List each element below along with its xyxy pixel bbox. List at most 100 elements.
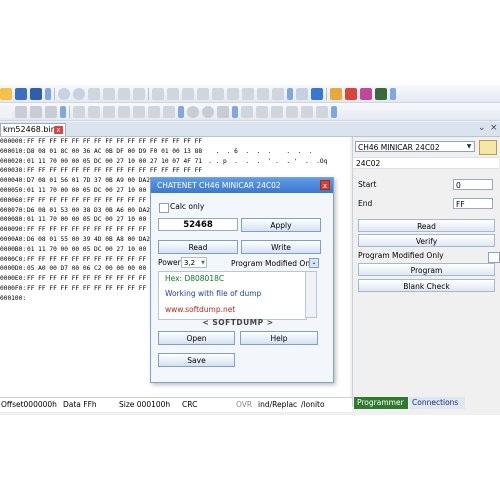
tab-programmer[interactable]: Programmer (354, 397, 408, 409)
hex-bytes[interactable]: FF FF FF FF FF FF FF FF FF FF FF F (27, 285, 154, 292)
program-modified-only-checkbox[interactable] (488, 252, 500, 263)
pencil-icon[interactable] (45, 105, 57, 118)
paste-icon[interactable] (118, 87, 130, 100)
delete-icon[interactable] (133, 87, 145, 100)
dialog-close-button[interactable]: x (320, 180, 330, 190)
folder-open-icon[interactable] (479, 140, 497, 155)
chevron-down-icon[interactable]: ▼ (464, 142, 474, 151)
help-button[interactable]: Help (240, 331, 318, 345)
last-icon[interactable] (118, 105, 130, 118)
hex-bytes[interactable]: D6 08 01 53 00 38 D3 0B A6 00 DA2 (27, 207, 150, 214)
dropdown-arrow-icon[interactable] (287, 87, 293, 100)
page-icon[interactable] (241, 105, 253, 118)
page-icon[interactable] (301, 105, 313, 118)
write-button[interactable]: Write (241, 240, 321, 254)
hex-bytes[interactable]: FF FF FF FF FF FF FF FF FF FF FF F (27, 275, 154, 282)
calc-icon[interactable] (257, 87, 269, 100)
hex-bytes[interactable]: FF FF FF FF FF FF FF FF FF FF FF F (27, 197, 154, 204)
copy-icon[interactable] (103, 87, 115, 100)
hex-bytes[interactable]: D8 08 01 8C 00 36 AC 0B DF 00 D9 F0 01 0… (27, 148, 202, 155)
hex-bytes[interactable]: FF FF FF FF FF FF FF FF FF FF FF FF FF F… (27, 138, 202, 145)
dropdown-arrow-icon[interactable] (178, 105, 184, 118)
cut-icon[interactable] (88, 87, 100, 100)
dropdown-arrow-icon[interactable] (331, 105, 337, 118)
hex-bytes[interactable]: 01 11 70 00 00 05 DC 00 27 10 00 2 (27, 216, 154, 223)
device-select[interactable]: CH46 MINICAR 24C02 ▼ (355, 141, 475, 152)
chevron-down-icon[interactable]: ⌄ (478, 123, 486, 133)
hex-bytes[interactable]: 01 11 70 00 00 05 DC 00 27 10 00 2 (27, 246, 154, 253)
hex-bytes[interactable]: 01 11 70 00 00 05 DC 00 27 10 00 27 10 0… (27, 158, 202, 165)
hex-bytes[interactable]: FF FF FF FF FF FF FF FF FF FF FF F (27, 256, 154, 263)
file-tab[interactable]: km52468.bin x (0, 123, 66, 136)
save-as-icon[interactable] (30, 87, 42, 100)
open-button[interactable]: Open (158, 331, 235, 345)
start-input[interactable]: 0 (453, 179, 493, 190)
dialog-icon[interactable] (311, 87, 323, 100)
hex-row[interactable]: 000010:D8 08 01 8C 00 36 AC 0B DF 00 D9 … (0, 147, 350, 157)
tools-icon[interactable] (360, 87, 372, 100)
replace-icon[interactable] (167, 87, 179, 100)
close-tab-icon[interactable]: x (54, 126, 63, 134)
bug-icon[interactable] (345, 87, 357, 100)
macro-icon[interactable] (217, 105, 229, 118)
save-icon[interactable] (15, 87, 27, 100)
program-button[interactable]: Program (358, 263, 495, 276)
hex-row[interactable]: 000020:01 11 70 00 00 05 DC 00 27 10 00 … (0, 157, 350, 167)
programmer-icon[interactable] (330, 87, 342, 100)
hex-row[interactable]: 000030:FF FF FF FF FF FF FF FF FF FF FF … (0, 166, 350, 176)
window-icon[interactable] (296, 87, 308, 100)
hex-bytes[interactable]: FF FF FF FF FF FF FF FF FF FF FF FF FF F… (27, 167, 202, 174)
right-icon[interactable] (148, 105, 160, 118)
program-modified-toggle[interactable]: ⌄ (309, 258, 319, 268)
hex-bytes[interactable]: D6 08 01 55 00 39 4D 0B A8 00 DA2 (27, 236, 150, 243)
next-icon[interactable] (103, 105, 115, 118)
page-icon[interactable] (256, 105, 268, 118)
chevron-down-icon[interactable]: ▼ (201, 258, 205, 269)
hex-bytes[interactable]: FF FF FF FF FF FF FF FF FF FF FF F (27, 226, 154, 233)
goto-icon[interactable] (182, 87, 194, 100)
left-icon[interactable] (133, 105, 145, 118)
power-select[interactable]: 3,2 ▼ (181, 257, 207, 268)
hash-icon[interactable] (272, 87, 284, 100)
undo-icon[interactable] (58, 87, 70, 100)
stop-icon[interactable] (202, 105, 214, 118)
verify-button[interactable]: Verify (358, 234, 495, 247)
checksum-icon[interactable] (242, 87, 254, 100)
hex-ascii[interactable]: . . p . . . ' . . ' . .Oq (208, 158, 327, 165)
pin-input[interactable]: 52468 (158, 218, 238, 231)
hex-bytes[interactable]: D7 08 01 56 01 7D 37 0B A9 00 DA2 (27, 177, 150, 184)
dropdown-arrow-icon[interactable] (45, 87, 51, 100)
blank-icon[interactable] (0, 105, 12, 118)
redo-icon[interactable] (73, 87, 85, 100)
blank-check-button[interactable]: Blank Check (358, 279, 495, 292)
up-icon[interactable] (163, 105, 175, 118)
network-icon[interactable] (375, 87, 387, 100)
website-link[interactable]: www.softdump.net (165, 305, 235, 314)
hex-ascii[interactable]: . . 6 . . . . . . (208, 148, 313, 155)
dropdown-arrow-icon[interactable] (232, 105, 238, 118)
page-icon[interactable] (316, 105, 328, 118)
calc-only-checkbox[interactable] (159, 203, 169, 213)
page-icon[interactable] (286, 105, 298, 118)
tab-connections[interactable]: Connections (409, 397, 465, 409)
dropdown-arrow-icon[interactable] (390, 87, 396, 100)
open-folder-icon[interactable] (0, 87, 12, 100)
program-modified-only-row[interactable]: Program Modified Only (358, 251, 444, 260)
dropdown-arrow-icon[interactable] (60, 105, 66, 118)
prev-icon[interactable] (88, 105, 100, 118)
bookmark-icon[interactable] (197, 87, 209, 100)
info-scrollbar[interactable] (305, 271, 317, 318)
close-icon[interactable] (15, 105, 27, 118)
record-icon[interactable] (187, 105, 199, 118)
arrow-icon[interactable] (30, 105, 42, 118)
hex-bytes[interactable]: 05 A0 00 D7 00 06 C2 00 00 00 00 0 (27, 265, 154, 272)
apply-button[interactable]: Apply (241, 218, 321, 232)
read-button[interactable]: Read (358, 219, 495, 232)
hex-bytes[interactable]: 01 11 70 00 00 05 DC 00 27 10 00 2 (27, 187, 154, 194)
dialog-read-button[interactable]: Read (158, 240, 238, 254)
page-icon[interactable] (271, 105, 283, 118)
compare-icon[interactable] (212, 87, 224, 100)
find-icon[interactable] (152, 87, 164, 100)
fill-icon[interactable] (227, 87, 239, 100)
save-button[interactable]: Save (158, 353, 235, 367)
